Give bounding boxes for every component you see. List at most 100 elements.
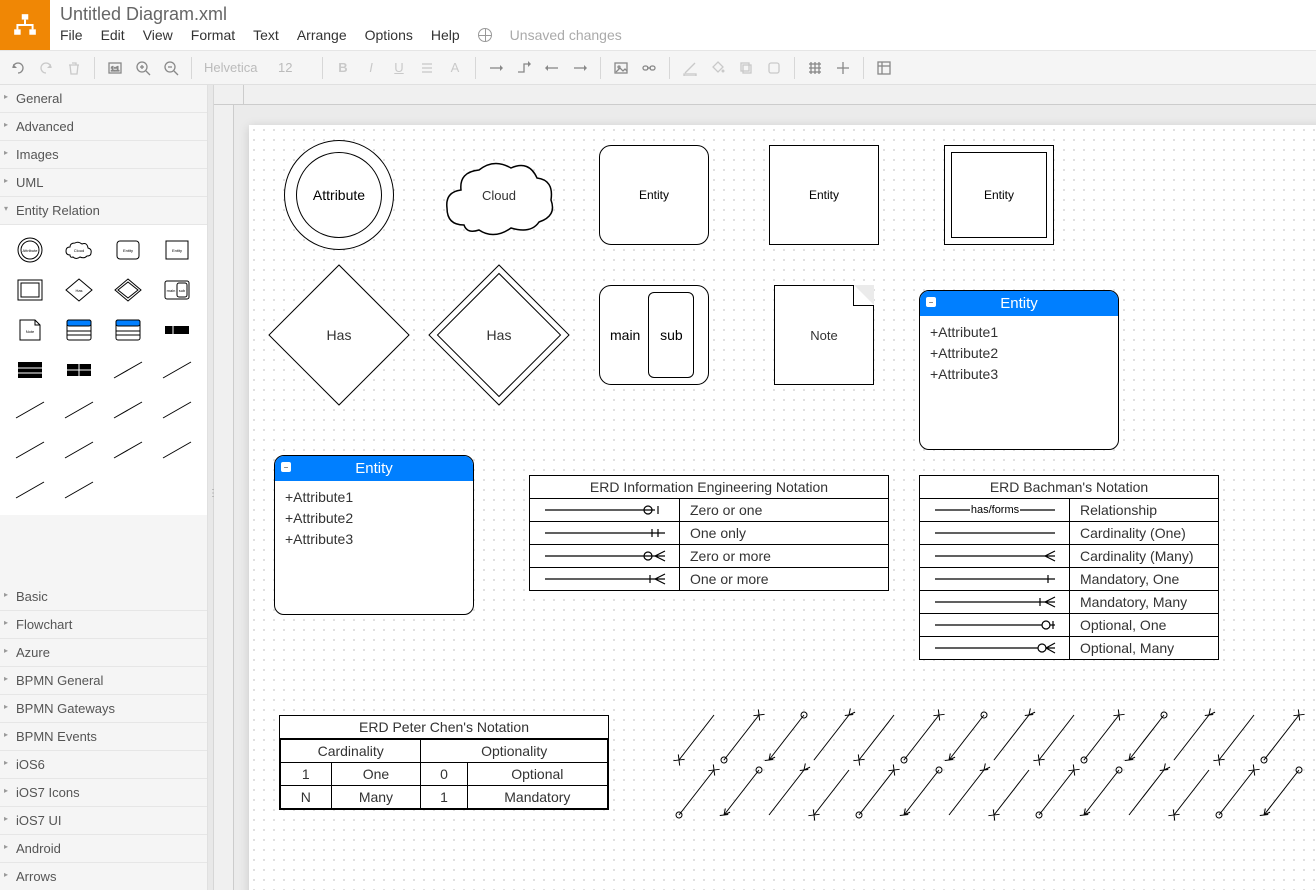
- svg-text:has/forms: has/forms: [970, 504, 1019, 516]
- delete-button[interactable]: [62, 56, 86, 80]
- menu-edit[interactable]: Edit: [101, 27, 125, 43]
- shadow-button[interactable]: [734, 56, 758, 80]
- underline-button[interactable]: U: [387, 56, 411, 80]
- palette-ios7-ui[interactable]: iOS7 UI: [0, 807, 207, 835]
- shape-entity-box[interactable]: Entity: [769, 145, 879, 245]
- undo-button[interactable]: [6, 56, 30, 80]
- palette-entity-relation[interactable]: Entity Relation: [0, 197, 207, 225]
- palette-conn-3-icon[interactable]: [8, 393, 51, 427]
- palette-conn-5-icon[interactable]: [107, 393, 150, 427]
- shape-entity-rounded[interactable]: Entity: [599, 145, 709, 245]
- palette-conn-10-icon[interactable]: [156, 433, 199, 467]
- erd-bachman-title: ERD Bachman's Notation: [920, 476, 1218, 499]
- palette-bpmn-gateways[interactable]: BPMN Gateways: [0, 695, 207, 723]
- waypoint-button[interactable]: [512, 56, 536, 80]
- arrow-end-button[interactable]: [568, 56, 592, 80]
- palette-android[interactable]: Android: [0, 835, 207, 863]
- palette-has-icon[interactable]: Has: [57, 273, 100, 307]
- canvas[interactable]: Attribute Cloud Entity Entity Entity Has…: [214, 85, 1316, 890]
- shape-note[interactable]: Note: [774, 285, 874, 385]
- palette-conn-8-icon[interactable]: [57, 433, 100, 467]
- italic-button[interactable]: I: [359, 56, 383, 80]
- palette-entity-icon[interactable]: Entity: [156, 233, 199, 267]
- shape-mainsub[interactable]: main sub: [599, 285, 709, 385]
- palette-bpmn-general[interactable]: BPMN General: [0, 667, 207, 695]
- palette-advanced[interactable]: Advanced: [0, 113, 207, 141]
- palette-conn-7-icon[interactable]: [8, 433, 51, 467]
- font-size-input[interactable]: 12: [274, 58, 314, 77]
- palette-flowchart[interactable]: Flowchart: [0, 611, 207, 639]
- redo-button[interactable]: [34, 56, 58, 80]
- arrow-start-button[interactable]: [540, 56, 564, 80]
- page[interactable]: Attribute Cloud Entity Entity Entity Has…: [249, 125, 1316, 890]
- palette-general[interactable]: General: [0, 85, 207, 113]
- grid-button[interactable]: [803, 56, 827, 80]
- palette-has-double-icon[interactable]: [107, 273, 150, 307]
- menu-options[interactable]: Options: [365, 27, 413, 43]
- connector-samples[interactable]: [669, 710, 1316, 833]
- palette-note-icon[interactable]: Note: [8, 313, 51, 347]
- document-title[interactable]: Untitled Diagram.xml: [60, 4, 622, 25]
- font-select[interactable]: Helvetica: [200, 58, 270, 77]
- palette-azure[interactable]: Azure: [0, 639, 207, 667]
- palette-table-split-icon[interactable]: [57, 353, 100, 387]
- erd-ie-table[interactable]: ERD Information Engineering Notation Zer…: [529, 475, 889, 591]
- menu-text[interactable]: Text: [253, 27, 279, 43]
- menu-file[interactable]: File: [60, 27, 83, 43]
- shape-entity-table-2[interactable]: −Entity +Attribute1 +Attribute2 +Attribu…: [274, 455, 474, 615]
- shape-palette: Attribute Cloud Entity Entity Has mainsu…: [0, 225, 207, 515]
- app-logo[interactable]: [0, 0, 50, 50]
- palette-bpmn-events[interactable]: BPMN Events: [0, 723, 207, 751]
- font-color-button[interactable]: A: [443, 56, 467, 80]
- fill-color-button[interactable]: [706, 56, 730, 80]
- erd-bachman-table[interactable]: ERD Bachman's Notation has/formsRelation…: [919, 475, 1219, 660]
- palette-images[interactable]: Images: [0, 141, 207, 169]
- palette-entity-rounded-icon[interactable]: Entity: [107, 233, 150, 267]
- palette-ios6[interactable]: iOS6: [0, 751, 207, 779]
- erd-chen-table[interactable]: ERD Peter Chen's Notation CardinalityOpt…: [279, 715, 609, 810]
- shape-entity-table-1[interactable]: −Entity +Attribute1 +Attribute2 +Attribu…: [919, 290, 1119, 450]
- image-button[interactable]: [609, 56, 633, 80]
- shape-cloud[interactable]: Cloud: [439, 150, 559, 240]
- language-icon[interactable]: [478, 28, 492, 42]
- palette-conn-11-icon[interactable]: [8, 473, 51, 507]
- palette-conn-1-icon[interactable]: [107, 353, 150, 387]
- shape-entity-double[interactable]: Entity: [944, 145, 1054, 245]
- shape-has[interactable]: Has: [289, 285, 389, 385]
- palette-conn-12-icon[interactable]: [57, 473, 100, 507]
- palette-entity-table-blue-icon[interactable]: [57, 313, 100, 347]
- palette-ios7-icons[interactable]: iOS7 Icons: [0, 779, 207, 807]
- palette-uml[interactable]: UML: [0, 169, 207, 197]
- guides-button[interactable]: [831, 56, 855, 80]
- palette-mainsub-icon[interactable]: mainsub: [156, 273, 199, 307]
- palette-conn-4-icon[interactable]: [57, 393, 100, 427]
- palette-arrows[interactable]: Arrows: [0, 863, 207, 890]
- line-color-button[interactable]: [678, 56, 702, 80]
- shape-attribute-outer[interactable]: Attribute: [284, 140, 394, 250]
- shape-has-double[interactable]: Has: [449, 285, 549, 385]
- zoom-reset-button[interactable]: 1:1: [103, 56, 127, 80]
- connection-button[interactable]: [484, 56, 508, 80]
- palette-table-black-icon[interactable]: [8, 353, 51, 387]
- link-button[interactable]: [637, 56, 661, 80]
- zoom-in-button[interactable]: [131, 56, 155, 80]
- palette-attribute-icon[interactable]: Attribute: [8, 233, 51, 267]
- zoom-out-button[interactable]: [159, 56, 183, 80]
- erd-ie-row: Zero or one: [530, 499, 888, 521]
- palette-row-black-icon[interactable]: [156, 313, 199, 347]
- rounded-button[interactable]: [762, 56, 786, 80]
- menu-help[interactable]: Help: [431, 27, 460, 43]
- layout-button[interactable]: [872, 56, 896, 80]
- palette-basic[interactable]: Basic: [0, 583, 207, 611]
- menu-arrange[interactable]: Arrange: [297, 27, 347, 43]
- palette-conn-6-icon[interactable]: [156, 393, 199, 427]
- menu-view[interactable]: View: [143, 27, 173, 43]
- bold-button[interactable]: B: [331, 56, 355, 80]
- palette-conn-2-icon[interactable]: [156, 353, 199, 387]
- palette-cloud-icon[interactable]: Cloud: [57, 233, 100, 267]
- palette-entity-table2-icon[interactable]: [107, 313, 150, 347]
- palette-entity-double-icon[interactable]: [8, 273, 51, 307]
- align-button[interactable]: [415, 56, 439, 80]
- palette-conn-9-icon[interactable]: [107, 433, 150, 467]
- menu-format[interactable]: Format: [191, 27, 235, 43]
